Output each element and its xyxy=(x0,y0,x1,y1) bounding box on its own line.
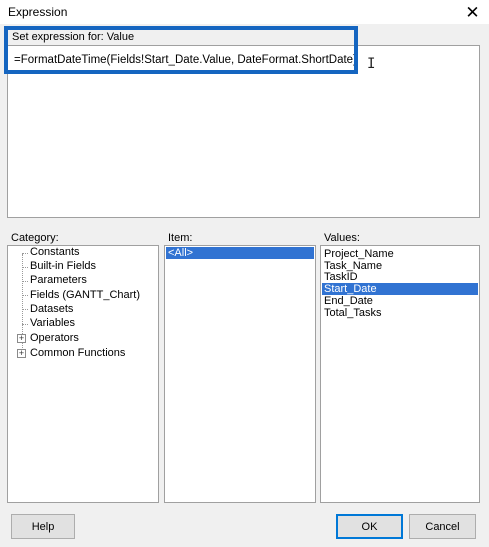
cancel-button[interactable]: Cancel xyxy=(409,514,476,539)
list-item-end-date[interactable]: End_Date xyxy=(322,295,478,307)
expand-plus-icon[interactable]: + xyxy=(17,349,26,358)
window-title: Expression xyxy=(8,5,68,19)
category-item-common-functions[interactable]: Common Functions xyxy=(30,347,125,361)
close-icon[interactable]: ✕ xyxy=(456,0,489,24)
item-list[interactable]: <All> xyxy=(164,245,316,503)
category-item-constants[interactable]: Constants xyxy=(30,246,80,260)
list-item-total-tasks[interactable]: Total_Tasks xyxy=(322,307,478,319)
list-item-project-name[interactable]: Project_Name xyxy=(322,248,478,260)
tree-connector xyxy=(22,281,28,282)
text-cursor-icon: I xyxy=(367,56,376,72)
ok-button[interactable]: OK xyxy=(336,514,403,539)
category-item-variables[interactable]: Variables xyxy=(30,317,75,331)
help-button[interactable]: Help xyxy=(11,514,75,539)
category-item-parameters[interactable]: Parameters xyxy=(30,274,87,288)
values-list[interactable]: Project_Name Task_Name TaskID Start_Date… xyxy=(320,245,480,503)
list-item-start-date[interactable]: Start_Date xyxy=(322,283,478,295)
category-item-fields[interactable]: Fields (GANTT_Chart) xyxy=(30,289,140,303)
item-label: Item: xyxy=(168,232,193,244)
tree-connector xyxy=(22,324,28,325)
category-item-datasets[interactable]: Datasets xyxy=(30,303,73,317)
category-label: Category: xyxy=(11,232,59,244)
tree-connector xyxy=(22,295,28,296)
tree-connector xyxy=(22,267,28,268)
highlight-box xyxy=(4,26,358,74)
list-item-taskid[interactable]: TaskID xyxy=(322,271,478,283)
title-bar: Expression ✕ xyxy=(0,0,489,24)
category-tree[interactable]: Constants Built-in Fields Parameters Fie… xyxy=(7,245,159,503)
category-item-operators[interactable]: Operators xyxy=(30,332,79,346)
expand-plus-icon[interactable]: + xyxy=(17,334,26,343)
tree-connector xyxy=(22,253,28,254)
list-item-all[interactable]: <All> xyxy=(166,247,314,259)
tree-connector xyxy=(22,309,28,310)
category-item-built-in-fields[interactable]: Built-in Fields xyxy=(30,260,96,274)
values-label: Values: xyxy=(324,232,360,244)
